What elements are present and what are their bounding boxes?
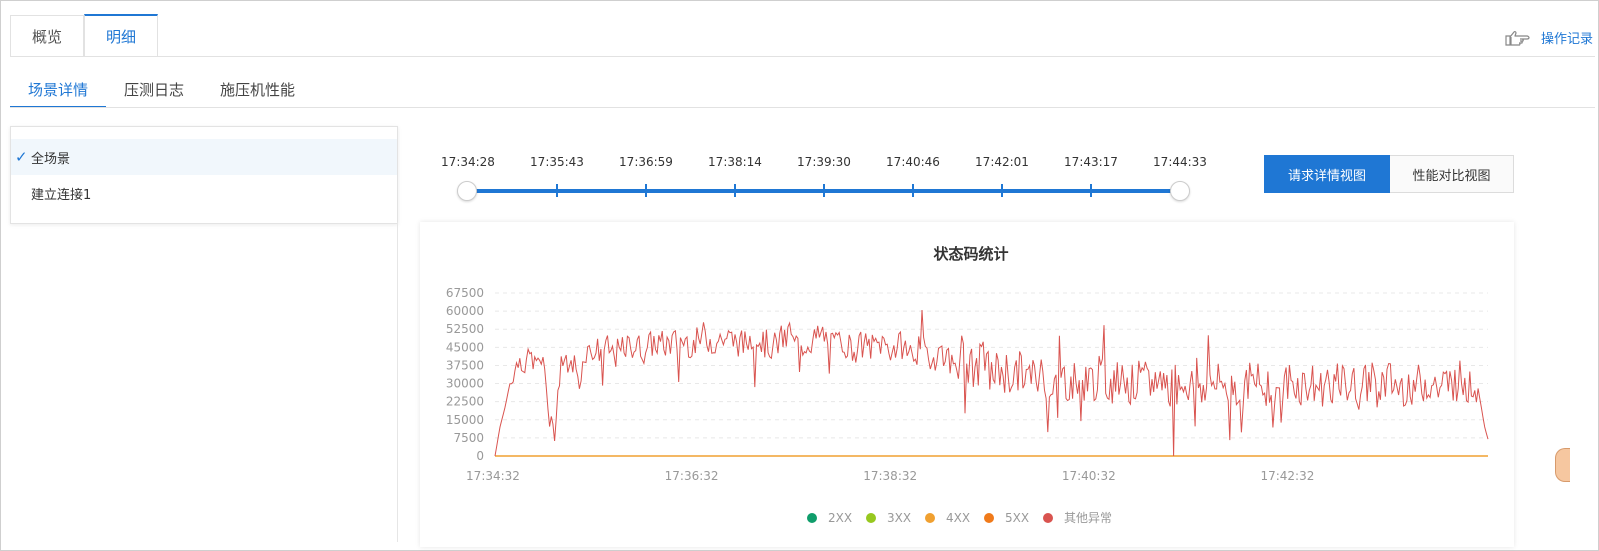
y-tick-label: 60000 <box>446 304 484 318</box>
time-tick <box>912 184 914 197</box>
sub-tab-divider <box>10 107 1595 108</box>
legend-label: 2XX <box>828 511 852 525</box>
y-tick-label: 30000 <box>446 377 484 391</box>
timeline-label: 17:35:43 <box>530 155 584 169</box>
time-range-start-handle[interactable] <box>457 181 477 201</box>
top-tab-divider <box>10 56 1595 57</box>
legend-label: 其他异常 <box>1064 511 1112 525</box>
x-tick-label: 17:36:32 <box>665 469 719 483</box>
status-code-chart: 状态码统计 0 7500 15000 22500 30000 37500 45000 52500… <box>420 222 1514 547</box>
y-tick-label: 15000 <box>446 413 484 427</box>
y-tick-label: 7500 <box>453 431 484 445</box>
assistant-mascot[interactable] <box>1555 448 1570 482</box>
legend-label: 3XX <box>887 511 911 525</box>
x-tick-label: 17:40:32 <box>1062 469 1116 483</box>
y-tick-label: 45000 <box>446 340 484 354</box>
timeline-label: 17:39:30 <box>797 155 851 169</box>
timeline-label: 17:40:46 <box>886 155 940 169</box>
tab-load-test-log[interactable]: 压测日志 <box>106 72 202 106</box>
timeline-label: 17:44:33 <box>1153 155 1207 169</box>
y-tick-label: 52500 <box>446 322 484 336</box>
timeline-label: 17:43:17 <box>1064 155 1118 169</box>
legend-dot <box>1043 513 1053 523</box>
request-detail-view-button[interactable]: 请求详情视图 <box>1264 155 1390 193</box>
chart-svg: 状态码统计 0 7500 15000 22500 30000 37500 45000 52500… <box>446 245 1489 525</box>
tab-overview[interactable]: 概览 <box>10 15 84 56</box>
y-tick-label: 37500 <box>446 358 484 372</box>
legend-dot <box>984 513 994 523</box>
time-range-end-handle[interactable] <box>1170 181 1190 201</box>
time-tick <box>556 184 558 197</box>
legend-dot <box>925 513 935 523</box>
timeline-label: 17:38:14 <box>708 155 762 169</box>
panel-divider <box>397 222 398 542</box>
series-line-other-errors <box>494 309 1489 457</box>
x-tick-label: 17:42:32 <box>1260 469 1314 483</box>
time-tick <box>1090 184 1092 197</box>
timeline-label: 17:42:01 <box>975 155 1029 169</box>
time-tick <box>645 184 647 197</box>
operation-log-label: 操作记录 <box>1540 32 1593 47</box>
scene-item-label: 建立连接1 <box>31 187 92 203</box>
tab-scene-details[interactable]: 场景详情 <box>10 72 107 108</box>
legend-dot <box>866 513 876 523</box>
legend-label: 5XX <box>1005 511 1029 525</box>
performance-compare-view-button[interactable]: 性能对比视图 <box>1390 155 1514 193</box>
time-tick <box>1001 184 1003 197</box>
x-tick-label: 17:38:32 <box>863 469 917 483</box>
chart-title: 状态码统计 <box>933 245 1008 263</box>
y-tick-label: 0 <box>476 449 484 463</box>
pointing-hand-icon <box>1505 30 1530 46</box>
y-tick-label: 22500 <box>446 395 484 409</box>
top-tab-bar: 概览 明细 <box>10 14 158 57</box>
view-toggle: 请求详情视图 性能对比视图 <box>1264 155 1514 193</box>
legend-label: 4XX <box>946 511 970 525</box>
time-tick <box>823 184 825 197</box>
tab-load-generator-perf[interactable]: 施压机性能 <box>202 72 313 106</box>
tab-detail[interactable]: 明细 <box>84 14 158 57</box>
timeline-label: 17:34:28 <box>441 155 495 169</box>
sub-tab-bar: 场景详情 压测日志 施压机性能 <box>10 72 313 108</box>
scene-list: ✓ 全场景 建立连接1 <box>10 126 398 224</box>
legend-dot <box>807 513 817 523</box>
scene-item-connect[interactable]: 建立连接1 <box>11 175 397 211</box>
timeline-label: 17:36:59 <box>619 155 673 169</box>
operation-log-link[interactable]: 操作记录 <box>1505 28 1593 47</box>
y-tick-label: 67500 <box>446 286 484 300</box>
x-tick-label: 17:34:32 <box>466 469 520 483</box>
time-tick <box>734 184 736 197</box>
